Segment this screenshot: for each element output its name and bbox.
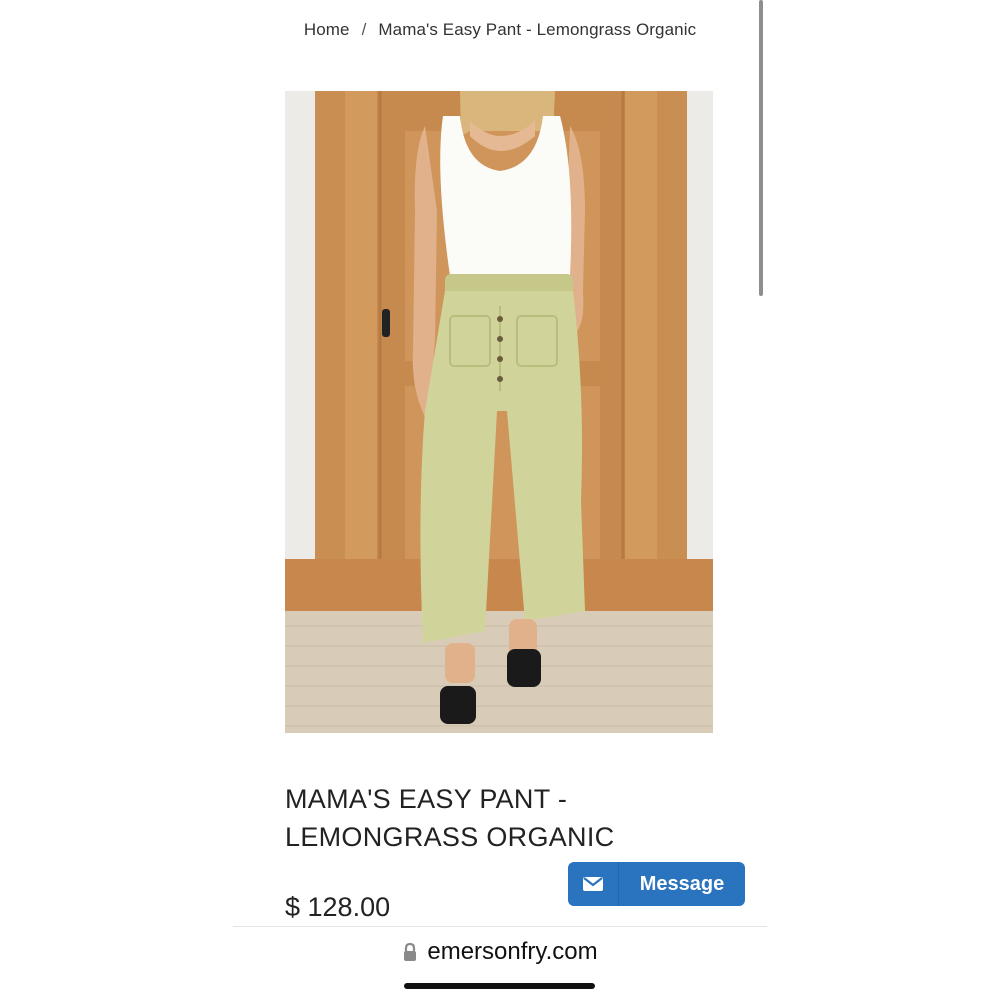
lock-icon [402,942,418,962]
product-title: MAMA'S EASY PANT - LEMONGRASS ORGANIC [285,780,745,856]
product-title-line-2: LEMONGRASS ORGANIC [285,822,615,852]
url-bar[interactable]: emersonfry.com [0,938,1000,966]
home-indicator[interactable] [404,983,595,989]
product-title-line-1: MAMA'S EASY PANT - [285,784,568,814]
product-price: $ 128.00 [285,892,391,922]
product-image[interactable] [285,91,713,733]
product-photo-illustration [285,91,713,733]
message-button[interactable]: Message [568,862,745,906]
breadcrumb: Home / Mama's Easy Pant - Lemongrass Organ… [0,20,1000,40]
breadcrumb-home-link[interactable]: Home [304,20,350,39]
page-scrollbar[interactable] [759,0,763,296]
envelope-icon [568,876,618,892]
breadcrumb-separator: / [361,20,367,39]
url-domain: emersonfry.com [427,938,598,965]
message-button-label: Message [639,872,725,895]
url-bar-divider [233,926,767,927]
breadcrumb-current: Mama's Easy Pant - Lemongrass Organic [378,20,697,39]
